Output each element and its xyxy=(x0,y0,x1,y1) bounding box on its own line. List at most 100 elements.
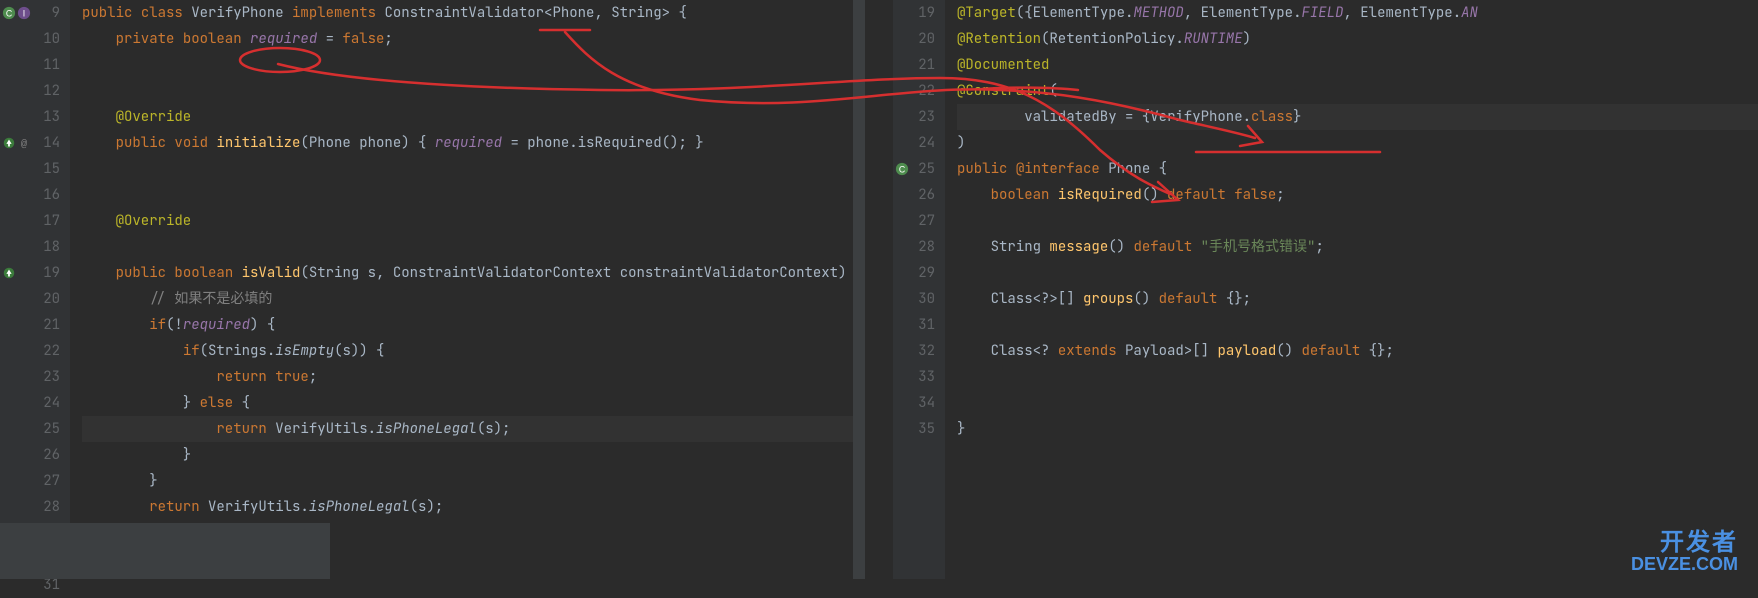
code-line[interactable]: ) xyxy=(957,130,1758,156)
code-line[interactable]: @Retention(RetentionPolicy.RUNTIME) xyxy=(957,26,1758,52)
right-gutter[interactable]: 19202122232425C26272829303132333435 xyxy=(893,0,945,579)
code-token: payload xyxy=(1217,342,1276,360)
svg-text:@: @ xyxy=(21,139,28,151)
code-token: } xyxy=(1293,108,1301,126)
line-number[interactable]: 21 xyxy=(893,52,935,78)
code-line[interactable]: if(!required) { xyxy=(82,312,865,338)
line-number[interactable]: 16 xyxy=(0,182,60,208)
line-number[interactable]: 13 xyxy=(0,104,60,130)
line-number[interactable]: 22 xyxy=(0,338,60,364)
site-watermark: 开发者 DEVZE.COM xyxy=(1631,531,1738,573)
line-number[interactable]: 33 xyxy=(893,364,935,390)
line-number[interactable]: 34 xyxy=(893,390,935,416)
code-line[interactable]: @Override xyxy=(82,208,865,234)
line-number[interactable]: 27 xyxy=(893,208,935,234)
line-number[interactable]: 31 xyxy=(893,312,935,338)
line-number[interactable]: 28 xyxy=(893,234,935,260)
code-line[interactable] xyxy=(82,52,865,78)
code-line[interactable]: @Override xyxy=(82,104,865,130)
code-token: . xyxy=(1175,30,1183,48)
line-number[interactable]: 25 xyxy=(0,416,60,442)
right-code-body[interactable]: @Target({ElementType.METHOD, ElementType… xyxy=(945,0,1758,579)
code-line[interactable]: private boolean required = false; xyxy=(82,26,865,52)
left-code-body[interactable]: public class VerifyPhone implements Cons… xyxy=(70,0,865,579)
line-number[interactable]: 29 xyxy=(893,260,935,286)
line-number[interactable]: 11 xyxy=(0,52,60,78)
code-token: s xyxy=(368,264,376,282)
code-line[interactable]: } xyxy=(82,468,865,494)
line-number[interactable]: 22 xyxy=(893,78,935,104)
code-line[interactable]: Class<? extends Payload>[] payload() def… xyxy=(957,338,1758,364)
code-line[interactable] xyxy=(82,156,865,182)
code-line[interactable]: @Documented xyxy=(957,52,1758,78)
code-line[interactable]: public class VerifyPhone implements Cons… xyxy=(82,0,865,26)
line-number[interactable]: 18 xyxy=(0,234,60,260)
line-number[interactable]: 28 xyxy=(0,494,60,520)
code-line[interactable]: String message() default "手机号格式错误"; xyxy=(957,234,1758,260)
code-line[interactable]: boolean isRequired() default false; xyxy=(957,182,1758,208)
code-line[interactable]: public void initialize(Phone phone) { re… xyxy=(82,130,865,156)
line-number[interactable]: 17 xyxy=(0,208,60,234)
code-token: {}; xyxy=(1369,342,1394,360)
code-line[interactable]: public @interface Phone { xyxy=(957,156,1758,182)
line-number[interactable]: 24 xyxy=(893,130,935,156)
code-line[interactable]: } else { xyxy=(82,390,865,416)
line-number[interactable]: 32 xyxy=(893,338,935,364)
line-number[interactable]: 27 xyxy=(0,468,60,494)
line-number[interactable]: 24 xyxy=(0,390,60,416)
line-number[interactable]: 20 xyxy=(0,286,60,312)
line-number[interactable]: 25C xyxy=(893,156,935,182)
line-number[interactable]: 30 xyxy=(893,286,935,312)
code-line[interactable] xyxy=(957,208,1758,234)
code-token: ) xyxy=(1243,30,1251,48)
code-line[interactable] xyxy=(957,364,1758,390)
code-line[interactable]: } xyxy=(82,442,865,468)
code-line[interactable]: @Target({ElementType.METHOD, ElementType… xyxy=(957,0,1758,26)
left-code-area[interactable]: 9CI1011121314@15161718192021222324252627… xyxy=(0,0,865,579)
line-number[interactable]: 19 xyxy=(893,0,935,26)
code-line[interactable]: return VerifyUtils.isPhoneLegal(s); xyxy=(82,494,865,520)
code-token: implements xyxy=(292,4,384,22)
code-token: ( xyxy=(300,264,308,282)
code-line[interactable]: return VerifyUtils.isPhoneLegal(s); xyxy=(82,416,865,442)
code-line[interactable] xyxy=(82,78,865,104)
code-line[interactable]: // 如果不是必填的 xyxy=(82,286,865,312)
code-token: isPhoneLegal xyxy=(376,420,477,438)
line-number[interactable]: 20 xyxy=(893,26,935,52)
line-number[interactable]: 9CI xyxy=(0,0,60,26)
code-line[interactable] xyxy=(82,234,865,260)
line-number[interactable]: 23 xyxy=(0,364,60,390)
line-number[interactable]: 15 xyxy=(0,156,60,182)
line-number[interactable]: 21 xyxy=(0,312,60,338)
line-number[interactable]: 26 xyxy=(0,442,60,468)
code-token: (s)) { xyxy=(334,342,384,360)
code-line[interactable]: return true; xyxy=(82,364,865,390)
line-number[interactable]: 19 xyxy=(0,260,60,286)
code-line[interactable]: } xyxy=(957,416,1758,442)
code-line[interactable]: validatedBy = {VerifyPhone.class} xyxy=(957,104,1758,130)
code-line[interactable] xyxy=(957,260,1758,286)
code-token: Class xyxy=(991,290,1033,308)
line-number[interactable]: 12 xyxy=(0,78,60,104)
code-line[interactable] xyxy=(82,182,865,208)
left-scrollbar[interactable] xyxy=(853,0,865,579)
line-number[interactable]: 14@ xyxy=(0,130,60,156)
right-code-area[interactable]: 19202122232425C26272829303132333435 @Tar… xyxy=(893,0,1758,579)
left-gutter[interactable]: 9CI1011121314@15161718192021222324252627… xyxy=(0,0,70,579)
code-token: } xyxy=(82,394,200,412)
code-token xyxy=(82,264,116,282)
code-token: Class xyxy=(991,342,1033,360)
code-line[interactable]: public boolean isValid(String s, Constra… xyxy=(82,260,865,286)
code-token: () xyxy=(1276,342,1301,360)
code-line[interactable]: Class<?>[] groups() default {}; xyxy=(957,286,1758,312)
line-number[interactable]: 23 xyxy=(893,104,935,130)
code-line[interactable]: if(Strings.isEmpty(s)) { xyxy=(82,338,865,364)
line-number[interactable]: 10 xyxy=(0,26,60,52)
line-number[interactable]: 35 xyxy=(893,416,935,442)
code-line[interactable] xyxy=(957,390,1758,416)
code-token: if xyxy=(183,342,200,360)
code-token: . xyxy=(300,498,308,516)
code-line[interactable]: @Constraint( xyxy=(957,78,1758,104)
line-number[interactable]: 26 xyxy=(893,182,935,208)
code-line[interactable] xyxy=(957,312,1758,338)
